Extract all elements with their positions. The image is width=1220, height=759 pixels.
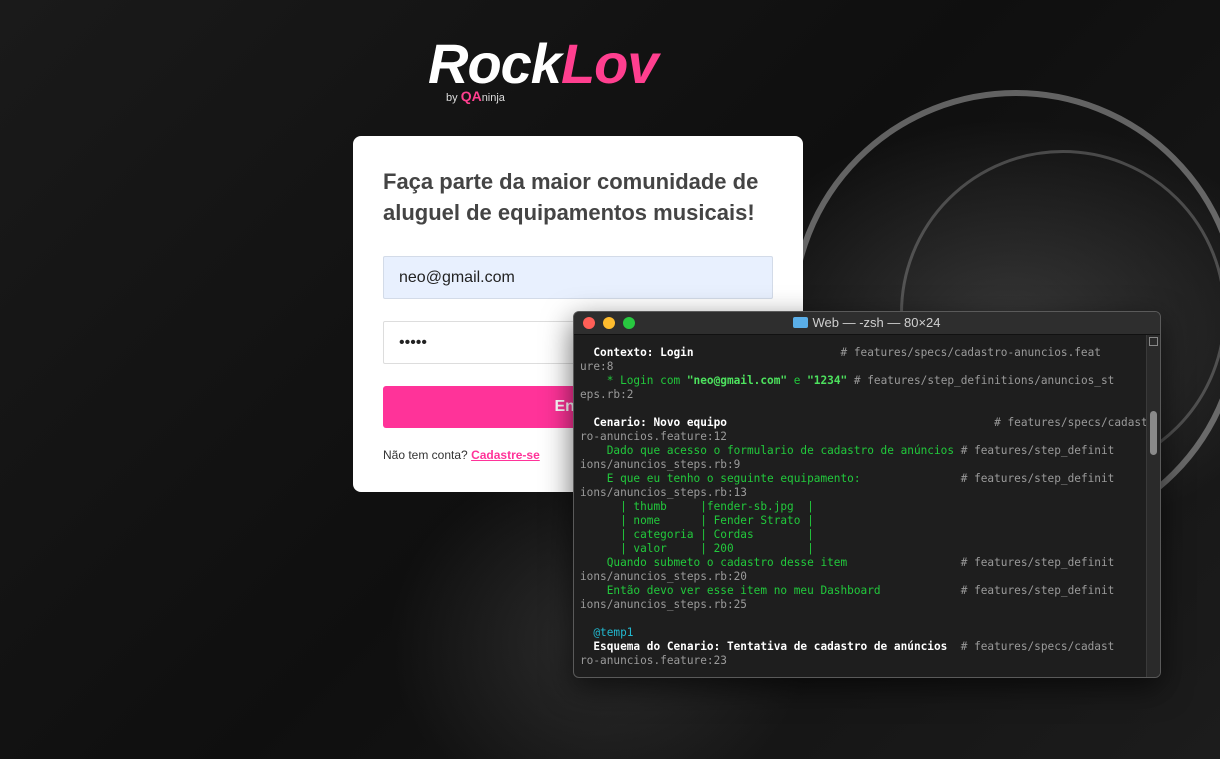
terminal-line: Dado que acesso o formulario de cadastro… xyxy=(580,444,1146,458)
terminal-text-segment: Cenario: Novo equipo xyxy=(580,416,727,429)
terminal-line: | thumb |fender-sb.jpg | xyxy=(580,500,1146,514)
terminal-text-segment: Contexto: Login xyxy=(580,346,694,359)
terminal-text-segment: ions/anuncios_steps.rb:9 xyxy=(580,458,741,471)
terminal-text-segment: # features/specs/cadast xyxy=(947,640,1115,653)
terminal-text-segment: # features/step_definit xyxy=(954,444,1115,457)
terminal-text-segment: ro-anuncios.feature:23 xyxy=(580,654,727,667)
terminal-text-segment: Então devo ver esse item no meu Dashboar… xyxy=(580,584,881,597)
terminal-line: Contexto: Login # features/specs/cadastr… xyxy=(580,346,1146,360)
terminal-text-segment: ure:8 xyxy=(580,360,614,373)
terminal-text-segment: | thumb |fender-sb.jpg | xyxy=(580,500,814,513)
terminal-text-segment: ions/anuncios_steps.rb:13 xyxy=(580,486,747,499)
folder-icon xyxy=(793,317,809,328)
terminal-text-segment: # features/step_definitions/anuncios_st xyxy=(847,374,1115,387)
terminal-text-segment: # features/specs/cadast xyxy=(726,416,1148,429)
page-headline: Faça parte da maior comunidade de alugue… xyxy=(383,169,759,225)
terminal-text-segment: Esquema do Cenario: Tentativa de cadastr… xyxy=(580,640,948,653)
terminal-line: ro-anuncios.feature:23 xyxy=(580,654,1146,668)
terminal-line: ions/anuncios_steps.rb:13 xyxy=(580,486,1146,500)
terminal-line: eps.rb:2 xyxy=(580,388,1146,402)
terminal-line: ro-anuncios.feature:12 xyxy=(580,430,1146,444)
terminal-line: | categoria | Cordas | xyxy=(580,528,1146,542)
terminal-line: ions/anuncios_steps.rb:20 xyxy=(580,570,1146,584)
terminal-text-segment: | categoria | Cordas | xyxy=(580,528,814,541)
terminal-text-segment: # features/step_definit xyxy=(860,472,1115,485)
terminal-text-segment: | nome | Fender Strato | xyxy=(580,514,814,527)
terminal-line: | valor | 200 | xyxy=(580,542,1146,556)
terminal-line: Esquema do Cenario: Tentativa de cadastr… xyxy=(580,640,1146,654)
terminal-line: ions/anuncios_steps.rb:9 xyxy=(580,458,1146,472)
terminal-line: Então devo ver esse item no meu Dashboar… xyxy=(580,584,1146,598)
terminal-text-segment: ions/anuncios_steps.rb:20 xyxy=(580,570,747,583)
terminal-title: Web — -zsh — 80×24 xyxy=(574,315,1160,330)
terminal-text-segment: eps.rb:2 xyxy=(580,388,634,401)
terminal-line: ions/anuncios_steps.rb:25 xyxy=(580,598,1146,612)
terminal-text-segment: | valor | 200 | xyxy=(580,542,814,555)
terminal-scrollbar[interactable] xyxy=(1146,335,1160,677)
terminal-text-segment: Quando submeto o cadastro desse item xyxy=(580,556,848,569)
terminal-titlebar[interactable]: Web — -zsh — 80×24 xyxy=(574,312,1160,335)
terminal-text-segment: @temp1 xyxy=(580,626,634,639)
terminal-text-segment: # features/step_definit xyxy=(880,584,1115,597)
terminal-text-segment: # features/specs/cadastro-anuncios.feat xyxy=(693,346,1101,359)
terminal-line: Cenario: Novo equipo # features/specs/ca… xyxy=(580,416,1148,430)
signup-link[interactable]: Cadastre-se xyxy=(471,448,540,462)
signup-prompt: Não tem conta? Cadastre-se xyxy=(383,448,540,462)
terminal-line: E que eu tenho o seguinte equipamento: #… xyxy=(580,472,1146,486)
terminal-line: | nome | Fender Strato | xyxy=(580,514,1146,528)
rocklov-logo: RockLov by QAninja xyxy=(428,32,658,105)
terminal-line: * Login com "neo@gmail.com" e "1234" # f… xyxy=(580,374,1146,388)
terminal-text-segment: * Login com xyxy=(580,374,687,387)
terminal-line: ure:8 xyxy=(580,360,1146,374)
terminal-text-segment: E que eu tenho o seguinte equipamento: xyxy=(580,472,861,485)
terminal-text-segment: # features/step_definit xyxy=(847,556,1115,569)
terminal-text-segment: e xyxy=(787,374,808,387)
scrollbar-menu-icon[interactable] xyxy=(1149,337,1158,346)
terminal-text-segment: "neo@gmail.com" xyxy=(686,374,788,387)
terminal-text-segment: ro-anuncios.feature:12 xyxy=(580,430,727,443)
terminal-line: @temp1 xyxy=(580,626,1146,640)
email-input[interactable] xyxy=(383,256,773,299)
terminal-text-segment: ions/anuncios_steps.rb:25 xyxy=(580,598,747,611)
scrollbar-thumb[interactable] xyxy=(1150,411,1157,455)
terminal-text-segment: "1234" xyxy=(807,374,848,387)
terminal-text-segment: Dado que acesso o formulario de cadastro… xyxy=(580,444,955,457)
terminal-line: Quando submeto o cadastro desse item # f… xyxy=(580,556,1146,570)
terminal-window[interactable]: Web — -zsh — 80×24 Contexto: Login # fea… xyxy=(573,311,1161,678)
terminal-output: Contexto: Login # features/specs/cadastr… xyxy=(580,346,1148,668)
